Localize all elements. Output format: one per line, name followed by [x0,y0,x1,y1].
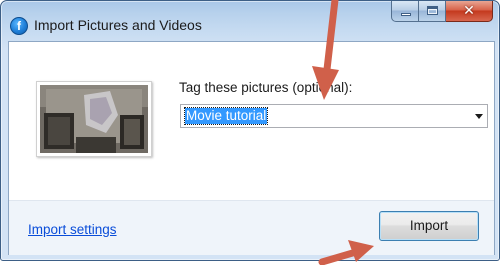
tag-combobox[interactable]: Movie tutorial [180,104,488,128]
photo-thumbnail-image [40,85,148,153]
maximize-button[interactable] [419,1,446,22]
preview-thumbnail [40,85,148,153]
tag-combobox-value[interactable]: Movie tutorial [183,107,269,125]
preview-thumbnail-frame [36,81,152,157]
import-settings-link[interactable]: Import settings [28,222,117,237]
import-dialog-window: f Import Pictures and Videos ✕ Tag these… [0,0,500,261]
tag-pictures-label: Tag these pictures (optional): [179,80,353,95]
dialog-client-area: Tag these pictures (optional): Movie tut… [8,41,495,255]
window-title: Import Pictures and Videos [34,17,202,33]
caption-buttons: ✕ [391,1,493,23]
dialog-footer: Import settings Import [9,200,494,255]
maximize-icon [427,6,438,15]
close-button[interactable]: ✕ [446,1,493,22]
import-button[interactable]: Import [379,211,479,241]
minimize-button[interactable] [391,1,419,22]
app-icon: f [10,17,28,35]
close-icon: ✕ [463,3,475,19]
screen: f Import Pictures and Videos ✕ Tag these… [0,0,503,265]
minimize-icon [401,13,411,16]
dropdown-arrow-icon[interactable] [475,114,483,119]
title-bar[interactable]: f Import Pictures and Videos ✕ [1,1,499,41]
